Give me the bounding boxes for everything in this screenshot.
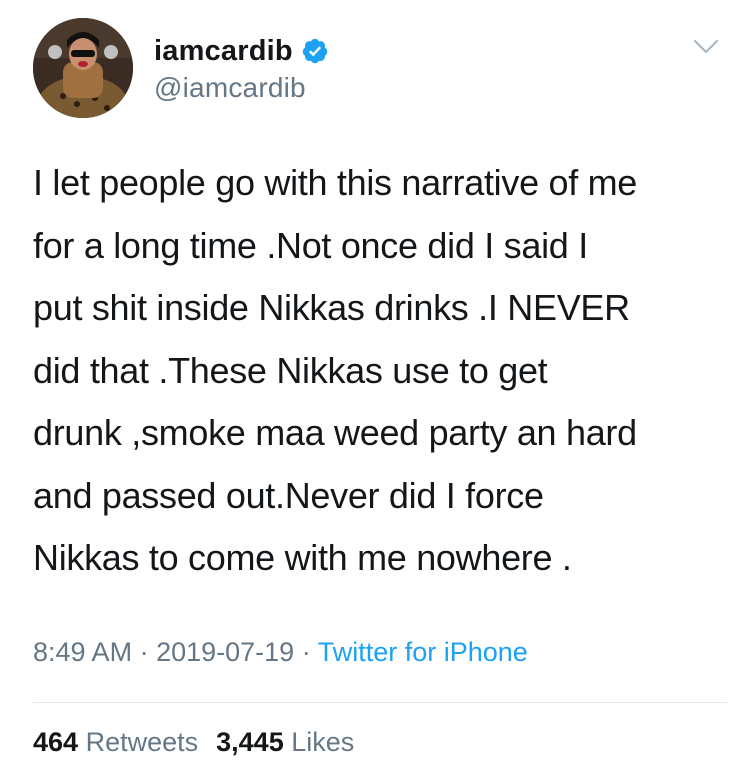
tweet-text-line: drunk ,smoke maa weed party an hard xyxy=(33,412,637,453)
user-handle[interactable]: @iamcardib xyxy=(154,72,329,104)
divider xyxy=(33,702,727,703)
verified-badge-icon xyxy=(301,37,329,65)
tweet-header: iamcardib @iamcardib xyxy=(33,18,723,118)
likes-label: Likes xyxy=(291,727,355,757)
retweets-label: Retweets xyxy=(85,727,199,757)
tweet-text-line: for a long time .Not once did I said I xyxy=(33,224,588,266)
retweets-stat[interactable]: 464 Retweets xyxy=(33,727,198,757)
tweet-date[interactable]: 2019-07-19 xyxy=(156,637,294,667)
likes-stat[interactable]: 3,445 Likes xyxy=(216,727,354,757)
avatar[interactable] xyxy=(33,18,133,118)
tweet-time[interactable]: 8:49 AM xyxy=(33,637,132,667)
tweet-stats: 464 Retweets 3,445 Likes xyxy=(33,727,354,758)
user-names: iamcardib @iamcardib xyxy=(154,34,329,104)
meta-separator: · xyxy=(132,637,157,667)
tweet-card: iamcardib @iamcardib I let people go wit… xyxy=(0,0,750,764)
tweet-text-line: did that .These Nikkas use to get xyxy=(33,349,548,391)
tweet-meta: 8:49 AM · 2019-07-19 · Twitter for iPhon… xyxy=(33,637,528,668)
tweet-text-line: Nikkas to come with me nowhere . xyxy=(33,537,572,578)
display-name-row: iamcardib xyxy=(154,34,329,68)
tweet-text-line: I let people go with this narrative of m… xyxy=(33,162,638,203)
tweet-text: I let people go with this narrative of m… xyxy=(33,152,723,590)
meta-separator: · xyxy=(294,637,318,667)
likes-count: 3,445 xyxy=(216,727,284,757)
tweet-text-line: and passed out.Never did I force xyxy=(33,474,544,516)
avatar-image xyxy=(33,18,133,118)
tweet-source-link[interactable]: Twitter for iPhone xyxy=(318,637,528,667)
tweet-text-line: put shit inside Nikkas drinks .I NEVER xyxy=(33,287,630,328)
retweets-count: 464 xyxy=(33,727,79,757)
display-name[interactable]: iamcardib xyxy=(154,35,293,68)
chevron-down-icon[interactable] xyxy=(693,38,719,56)
